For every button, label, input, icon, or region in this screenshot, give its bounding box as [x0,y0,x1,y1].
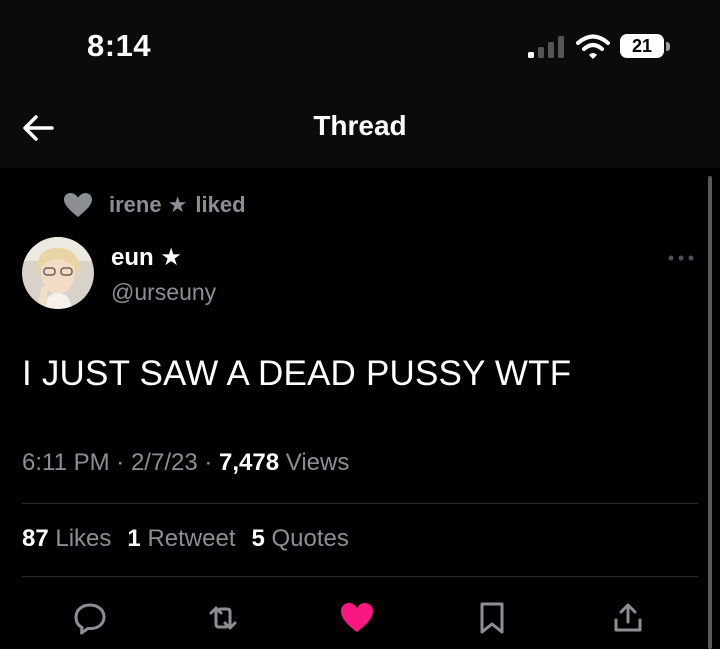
reply-icon[interactable] [72,600,108,636]
liked-label: liked [195,192,246,217]
scrollbar[interactable] [708,176,712,649]
arrow-left-icon[interactable] [18,110,58,146]
battery-cap [666,42,670,51]
meta-separator: · [204,449,213,476]
tweet-time[interactable]: 6:11 PM [22,449,110,476]
nav-bar: Thread [0,96,720,168]
retweets-count: 1 [127,525,141,552]
retweet-icon[interactable] [205,600,241,636]
tweet-text: I JUST SAW A DEAD PUSSY WTF [22,354,572,393]
quotes-stat[interactable]: 5 Quotes [251,525,348,552]
share-icon[interactable] [610,600,646,636]
more-horizontal-icon[interactable] [668,254,694,262]
avatar[interactable] [22,237,94,309]
engagement-stats: 87 Likes 1 Retweet 5 Quotes [22,525,349,553]
quotes-count: 5 [251,525,265,552]
views-count: 7,478 [219,449,280,476]
wifi-icon [576,34,610,59]
quotes-label: Quotes [271,525,349,552]
retweets-label: Retweet [147,525,236,552]
status-bar: 8:14 21 [0,0,720,96]
likes-stat[interactable]: 87 Likes [22,525,111,552]
battery-level: 21 [620,34,664,58]
views-label: Views [285,449,350,476]
retweets-stat[interactable]: 1 Retweet [127,525,235,552]
author-handle[interactable]: @urseuny [111,279,216,306]
status-time: 8:14 [87,28,152,63]
bookmark-icon[interactable] [474,600,510,636]
likes-label: Likes [55,525,112,552]
divider [22,503,698,504]
tweet-date[interactable]: 2/7/23 [131,449,198,476]
cellular-signal-icon [528,36,564,58]
likes-count: 87 [22,525,49,552]
heart-icon[interactable] [339,600,375,636]
liked-by-user[interactable]: irene ★ [109,192,187,218]
heart-icon [64,193,92,217]
battery-indicator: 21 [620,34,672,60]
meta-separator: · [116,449,125,476]
social-context: irene ★ liked [63,190,246,220]
divider [22,576,698,577]
page-title: Thread [313,110,407,141]
tweet-meta: 6:11 PM · 2/7/23 · 7,478 Views [22,449,349,477]
author-display-name[interactable]: eun ★ [111,243,182,272]
